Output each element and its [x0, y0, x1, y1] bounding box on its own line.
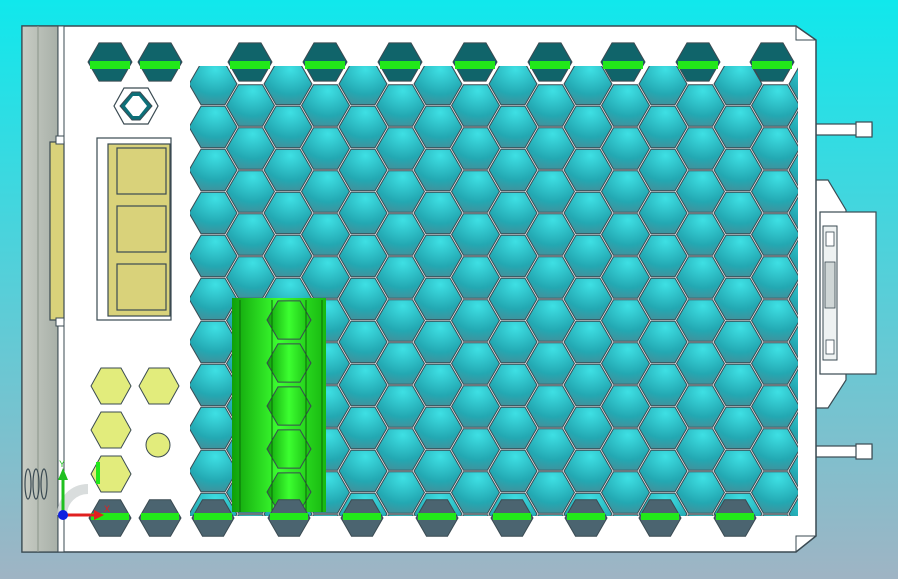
bottom-hole-stripe [641, 513, 679, 520]
terminal-strip [49, 135, 65, 327]
top-hole-stripe [90, 61, 130, 69]
axis-y-label: Y [59, 459, 65, 469]
top-hole-stripe [455, 61, 495, 69]
bottom-hole-stripe [270, 513, 308, 520]
bottom-hole-stripe [567, 513, 605, 520]
cad-viewport[interactable]: Y X [0, 0, 898, 579]
z-axis-dot [58, 510, 68, 520]
top-hole-stripe [140, 61, 180, 69]
top-hole-stripe [752, 61, 792, 69]
top-hole-stripe [530, 61, 570, 69]
model-scene: Y X [0, 0, 898, 579]
top-hole-stripe [603, 61, 643, 69]
top-hole-stripe [678, 61, 718, 69]
axis-x-label: X [104, 504, 110, 514]
top-hole-stripe [380, 61, 420, 69]
highlight-band [232, 298, 326, 512]
top-hole-stripe [305, 61, 345, 69]
bottom-hole-stripe [716, 513, 754, 520]
adjust-hex [113, 87, 159, 125]
bottom-hole-stripe [493, 513, 531, 520]
bottom-hole-stripe [194, 513, 232, 520]
side-connector [811, 179, 877, 409]
top-hole-stripe [230, 61, 270, 69]
bottom-hole-stripe [418, 513, 456, 520]
bottom-hole-stripe [141, 513, 179, 520]
terminal-block [96, 137, 172, 321]
bottom-hole-stripe [343, 513, 381, 520]
